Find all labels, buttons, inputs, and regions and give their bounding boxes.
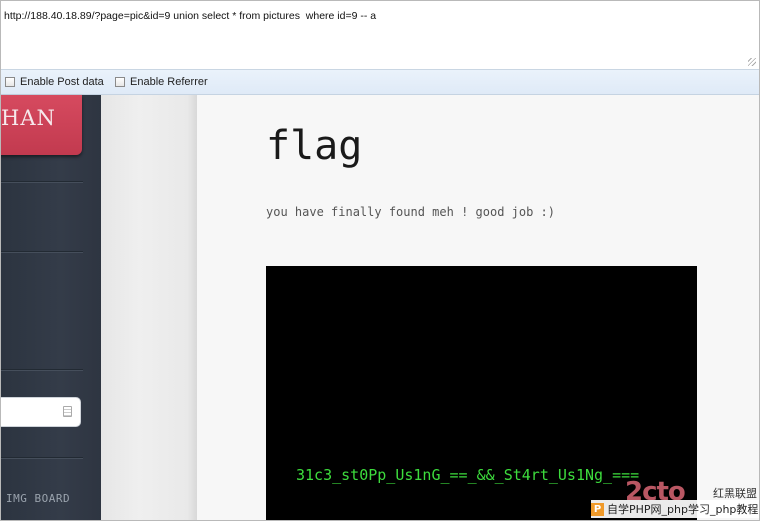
watermark-bar: P 自学PHP网_php学习_php教程 <box>591 500 759 518</box>
sidebar-divider <box>1 251 83 253</box>
page-subtitle: you have finally found meh ! good job :) <box>266 205 555 219</box>
page-title: flag <box>266 123 363 169</box>
enable-referrer-label: Enable Referrer <box>130 76 208 88</box>
search-input[interactable] <box>1 397 81 427</box>
page-content: HAN IMG BOARD flag you have finally foun… <box>1 95 759 520</box>
sidebar-item-img-board[interactable]: IMG BOARD <box>6 492 70 505</box>
resize-grip-icon[interactable] <box>748 58 756 66</box>
options-bar: Enable Post data Enable Referrer <box>1 70 759 95</box>
enable-post-data-checkbox[interactable] <box>5 77 15 87</box>
url-textarea[interactable]: http://188.40.18.89/?page=pic&id=9 union… <box>1 1 759 70</box>
watermark-bar-text: 自学PHP网_php学习_php教程 <box>607 503 759 516</box>
search-icon[interactable] <box>63 406 72 417</box>
enable-referrer-option[interactable]: Enable Referrer <box>115 75 208 89</box>
flag-picture-text: 31c3_st0Pp_Us1nG_==_&&_St4rt_Us1Ng_=== <box>296 466 640 484</box>
php-logo-icon: P <box>591 502 604 516</box>
sidebar-divider <box>1 457 83 459</box>
content-gutter <box>101 95 197 520</box>
sidebar-divider <box>1 181 83 183</box>
enable-referrer-checkbox[interactable] <box>115 77 125 87</box>
browser-frame: http://188.40.18.89/?page=pic&id=9 union… <box>0 0 760 521</box>
enable-post-data-label: Enable Post data <box>20 76 104 88</box>
url-text: http://188.40.18.89/?page=pic&id=9 union… <box>4 10 377 22</box>
site-logo[interactable]: HAN <box>1 95 82 155</box>
logo-text: HAN <box>1 106 56 130</box>
enable-post-data-option[interactable]: Enable Post data <box>5 75 104 89</box>
sidebar-divider <box>1 369 83 371</box>
sidebar: HAN IMG BOARD <box>1 95 101 520</box>
main-panel: flag you have finally found meh ! good j… <box>197 95 759 520</box>
watermark-brand: 红黑联盟 <box>713 487 757 500</box>
